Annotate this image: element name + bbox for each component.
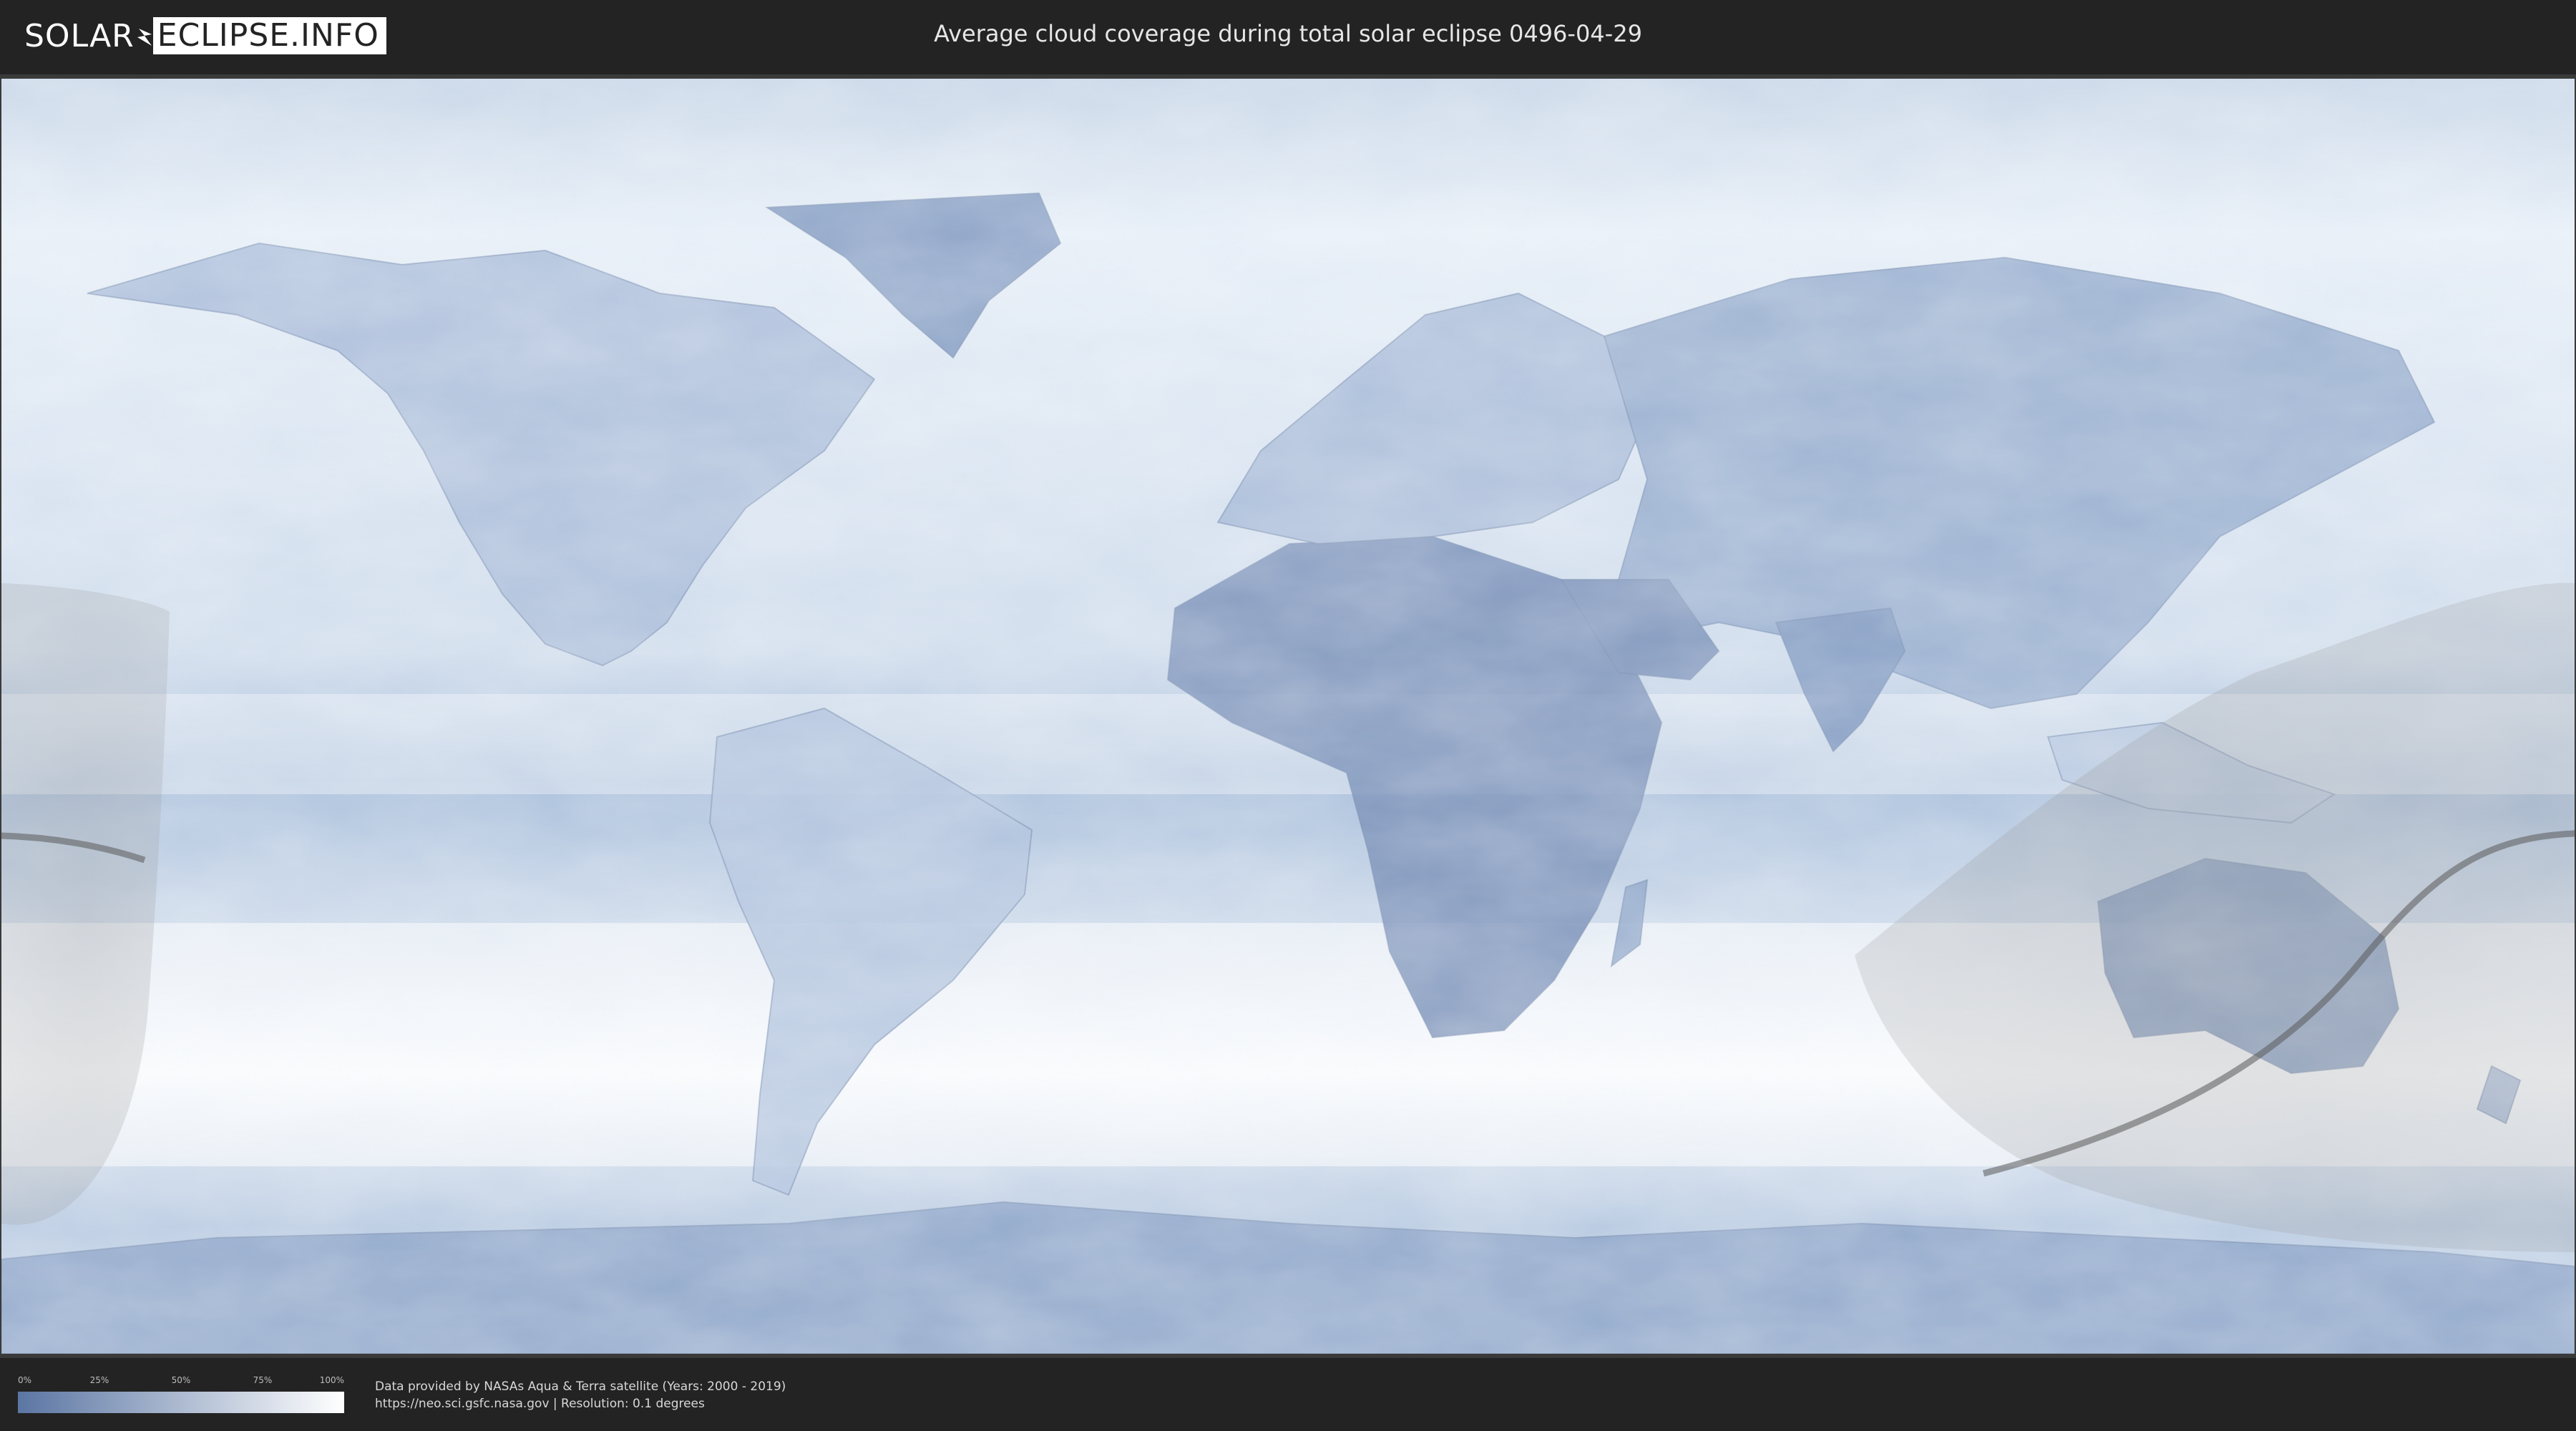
legend-tick-100: 100%	[319, 1375, 344, 1385]
world-map-icon	[1, 79, 2575, 1354]
attribution-line-1: Data provided by NASAs Aqua & Terra sate…	[375, 1379, 786, 1394]
page-title: Average cloud coverage during total sola…	[934, 20, 1642, 47]
attribution-line-2: https://neo.sci.gsfc.nasa.gov | Resoluti…	[375, 1397, 705, 1411]
legend-tick-75: 75%	[253, 1375, 273, 1385]
legend-tick-labels: 0% 25% 50% 75% 100%	[18, 1375, 344, 1385]
legend-tick-25: 25%	[89, 1375, 109, 1385]
header-bar: SOLAR ECLIPSE.INFO Average cloud coverag…	[0, 0, 2576, 72]
cloud-coverage-map[interactable]	[1, 79, 2575, 1354]
legend-tick-50: 50%	[171, 1375, 191, 1385]
data-attribution: Data provided by NASAs Aqua & Terra sate…	[375, 1378, 786, 1412]
cloud-coverage-legend-bar	[18, 1392, 344, 1413]
legend-tick-0: 0%	[18, 1375, 32, 1385]
